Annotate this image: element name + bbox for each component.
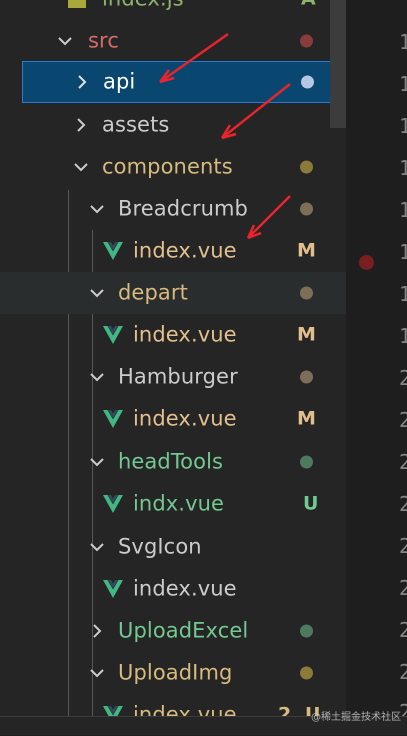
explorer-row-breadcrumb[interactable]: Breadcrumb <box>0 188 346 230</box>
git-status-dot <box>300 160 313 174</box>
explorer-row-depart[interactable]: depart <box>0 272 346 314</box>
chevron-down-icon <box>88 664 106 682</box>
line-number: 2 <box>399 408 407 432</box>
folder-label: depart <box>118 280 188 305</box>
git-status-badge: M <box>297 323 316 346</box>
vue-icon <box>102 409 124 429</box>
editor-gutter <box>346 0 407 734</box>
git-status-badge: U <box>303 492 319 515</box>
chevron-down-icon <box>88 284 106 302</box>
folder-label: UploadImg <box>118 660 233 685</box>
git-status-dot <box>300 370 313 384</box>
explorer-row-index-js[interactable]: index.js A <box>0 0 346 20</box>
vue-icon <box>102 494 124 514</box>
chevron-down-icon <box>88 538 106 556</box>
line-number: 1 <box>399 282 407 306</box>
file-label: index.vue <box>133 322 237 347</box>
file-explorer: index.js A src api assets components Bre… <box>0 0 347 734</box>
folder-label: components <box>102 154 233 179</box>
folder-label: api <box>103 69 136 94</box>
line-number: 1 <box>399 324 407 348</box>
explorer-row-components[interactable]: components <box>0 146 346 188</box>
git-status-dot <box>300 286 313 300</box>
file-label: index.js <box>102 0 184 11</box>
chevron-right-icon <box>88 622 106 640</box>
git-status-badge: M <box>297 239 316 262</box>
explorer-row-api[interactable]: api <box>22 61 347 103</box>
vue-icon <box>102 579 124 599</box>
folder-label: assets <box>102 112 170 137</box>
explorer-row-index-vue[interactable]: index.vue M <box>0 314 346 356</box>
line-number: 2 <box>399 660 407 684</box>
git-status-dot <box>300 34 313 48</box>
git-status-dot <box>300 624 313 638</box>
line-number: 1 <box>399 156 407 180</box>
chevron-down-icon <box>88 368 106 386</box>
explorer-row-index-vue[interactable]: index.vue <box>0 568 346 610</box>
line-number: 1 <box>399 114 407 138</box>
folder-label: Hamburger <box>118 364 238 389</box>
scrollbar-thumb[interactable] <box>330 0 346 128</box>
breakpoint-dot[interactable] <box>359 255 374 270</box>
git-status-dot <box>300 202 313 216</box>
chevron-down-icon <box>88 453 106 471</box>
line-number: 2 <box>399 492 407 516</box>
explorer-row-indx-vue[interactable]: indx.vue U <box>0 483 346 525</box>
explorer-row-index-vue[interactable]: index.vue M <box>0 398 346 440</box>
file-label: index.vue <box>133 576 237 601</box>
folder-label: SvgIcon <box>118 534 202 559</box>
watermark-text: @稀土掘金技术社区 <box>311 712 401 723</box>
explorer-row-uploadimg[interactable]: UploadImg <box>0 652 346 694</box>
explorer-row-src[interactable]: src <box>0 20 346 62</box>
file-label: index.vue <box>133 406 237 431</box>
folder-label: src <box>88 28 119 53</box>
folder-label: headTools <box>118 449 224 474</box>
git-status-dot <box>301 75 314 89</box>
line-number: 1 <box>399 198 407 222</box>
explorer-row-index-vue[interactable]: index.vue M <box>0 230 346 272</box>
chevron-down-icon <box>72 158 90 176</box>
explorer-row-svgicon[interactable]: SvgIcon <box>0 526 346 568</box>
git-status-dot <box>300 455 313 469</box>
chevron-down-icon <box>88 200 106 218</box>
line-number: 2 <box>399 534 407 558</box>
line-number: 1 <box>399 30 407 54</box>
git-status-badge: M <box>297 407 316 430</box>
line-number: 2 <box>399 366 407 390</box>
line-number: 1 <box>399 72 407 96</box>
chevron-right-icon <box>73 73 91 91</box>
explorer-row-hamburger[interactable]: Hamburger <box>0 356 346 398</box>
line-number: 2 <box>399 450 407 474</box>
vue-icon <box>102 325 124 345</box>
explorer-row-assets[interactable]: assets <box>0 104 346 146</box>
chevron-down-icon <box>56 32 74 50</box>
explorer-row-uploadexcel[interactable]: UploadExcel <box>0 610 346 652</box>
line-number: 2 <box>399 576 407 600</box>
git-status-badge: A <box>301 0 316 10</box>
file-label: indx.vue <box>133 491 225 516</box>
git-status-dot <box>300 666 313 680</box>
line-number: 2 <box>399 618 407 642</box>
folder-label: UploadExcel <box>118 618 249 643</box>
file-label: index.vue <box>133 238 237 263</box>
chevron-right-icon <box>72 116 90 134</box>
js-icon <box>68 0 86 8</box>
folder-label: Breadcrumb <box>118 196 248 221</box>
explorer-row-headtools[interactable]: headTools <box>0 441 346 483</box>
line-number: 1 <box>399 240 407 264</box>
vue-icon <box>102 241 124 261</box>
